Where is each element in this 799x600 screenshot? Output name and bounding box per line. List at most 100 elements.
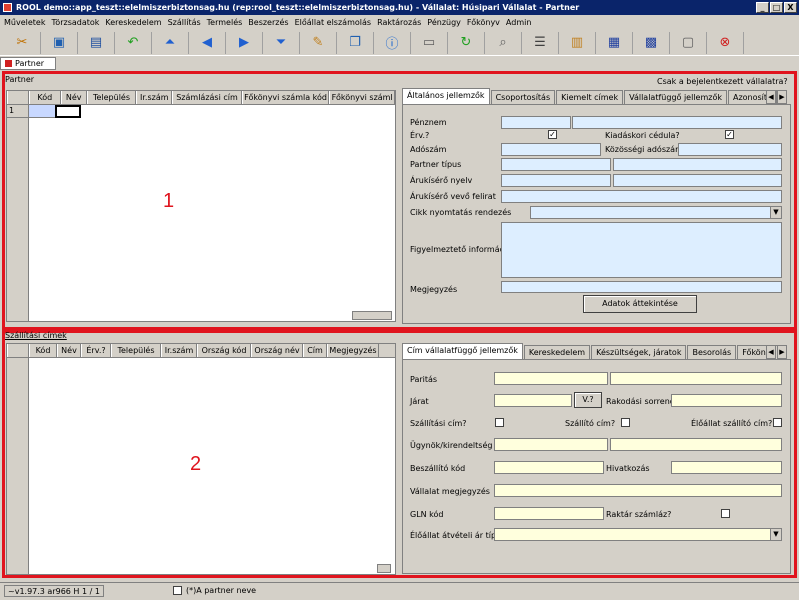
col-cim[interactable]: Cím <box>303 344 327 357</box>
col-szamlazasi-cim[interactable]: Számlázási cím <box>172 91 242 104</box>
tab-altalanos[interactable]: Általános jellemzők <box>402 88 490 104</box>
col-megjegyzes[interactable]: Megjegyzés <box>327 344 379 357</box>
menu-admin[interactable]: Admin <box>506 18 532 27</box>
raktar-szamlaz-checkbox[interactable] <box>721 509 730 518</box>
tab-vallalatfuggo[interactable]: Vállalatfüggő jellemzők <box>624 90 727 104</box>
kozossegi-field[interactable] <box>678 143 782 156</box>
tab-scroll-right[interactable]: ▶ <box>777 345 787 359</box>
arukisero-vevo-field[interactable] <box>501 190 782 203</box>
tab-cim-vallalatfuggo[interactable]: Cím vállalatfüggő jellemzők <box>402 343 523 359</box>
search-icon[interactable]: ⌕ <box>485 31 522 54</box>
gln-field[interactable] <box>494 507 604 520</box>
list-icon[interactable]: ☰ <box>522 31 559 54</box>
grid-icon[interactable]: ▦ <box>596 31 633 54</box>
tab-keszultsegek[interactable]: Készültségek, járatok <box>591 345 687 359</box>
menu-kereskedelem[interactable]: Kereskedelem <box>105 18 161 27</box>
info-icon[interactable]: ⓘ <box>374 31 411 54</box>
eloallat-szallito-checkbox[interactable] <box>773 418 782 427</box>
penznem-name-field[interactable] <box>572 116 782 129</box>
kiadaskori-checkbox[interactable]: ✓ <box>725 130 734 139</box>
col-kod[interactable]: Kód <box>29 344 57 357</box>
vallalat-megj-field[interactable] <box>494 484 782 497</box>
cikk-rendezes-select[interactable]: ▼ <box>530 206 782 219</box>
menu-muveletek[interactable]: Műveletek <box>4 18 45 27</box>
menu-beszerzes[interactable]: Beszerzés <box>248 18 288 27</box>
paritas-field[interactable] <box>494 372 608 385</box>
filter-icon[interactable]: ▥ <box>559 31 596 54</box>
table-icon[interactable]: ▩ <box>633 31 670 54</box>
edit-icon[interactable]: ✎ <box>300 31 337 54</box>
partner-row-kod-cell[interactable] <box>29 105 55 118</box>
col-fokonyvi-szamla[interactable]: Főkönyvi száml <box>329 91 396 104</box>
undo-icon[interactable]: ↶ <box>115 31 152 54</box>
prev-icon[interactable]: ◀ <box>189 31 226 54</box>
hint-checkbox[interactable] <box>172 585 182 595</box>
col-nev[interactable]: Név <box>57 344 81 357</box>
last-icon[interactable]: ⏷ <box>263 31 300 54</box>
partner-row-nev-cell[interactable] <box>55 105 81 118</box>
tab-scroll-left[interactable]: ◀ <box>766 345 776 359</box>
tab-besorolas[interactable]: Besorolás <box>687 345 737 359</box>
tab-kereskedelem[interactable]: Kereskedelem <box>523 345 591 359</box>
chevron-down-icon[interactable]: ▼ <box>770 207 781 218</box>
first-icon[interactable]: ⏶ <box>152 31 189 54</box>
ugynok-name-field[interactable] <box>610 438 782 451</box>
partner-tipus-name-field[interactable] <box>613 158 782 171</box>
col-telepules[interactable]: Település <box>111 344 161 357</box>
menu-eloallat[interactable]: Előállat elszámolás <box>295 18 372 27</box>
col-kod[interactable]: Kód <box>28 91 61 104</box>
penznem-field[interactable] <box>501 116 571 129</box>
megjegyzes-field[interactable] <box>501 281 782 293</box>
shipping-grid-scrollbar[interactable] <box>377 564 391 573</box>
rakodasi-field[interactable] <box>671 394 782 407</box>
col-irszam[interactable]: Ir.szám <box>136 91 173 104</box>
tab-csoportositas[interactable]: Csoportosítás <box>490 90 556 104</box>
hivatkozas-field[interactable] <box>671 461 782 474</box>
tools-icon[interactable]: ✂ <box>4 31 41 54</box>
partner-doc-tab[interactable]: Partner <box>0 57 56 70</box>
menu-penzugy[interactable]: Pénzügy <box>427 18 461 27</box>
adoszam-field[interactable] <box>501 143 601 156</box>
v-button[interactable]: V.? <box>574 392 602 408</box>
erv-checkbox[interactable]: ✓ <box>548 130 557 139</box>
menu-raktarozas[interactable]: Raktározás <box>377 18 421 27</box>
col-nev[interactable]: Név <box>60 91 87 104</box>
col-erv[interactable]: Érv.? <box>81 344 111 357</box>
eloallat-atveteli-select[interactable]: ▼ <box>494 528 782 541</box>
close-button[interactable]: X <box>784 2 797 13</box>
col-orszag-nev[interactable]: Ország név <box>251 344 303 357</box>
beszallito-field[interactable] <box>494 461 604 474</box>
exit-icon[interactable]: ⊗ <box>707 31 744 54</box>
ugynok-field[interactable] <box>494 438 608 451</box>
tab-kiemelt-cimek[interactable]: Kiemelt címek <box>556 90 624 104</box>
col-telepules[interactable]: Település <box>86 91 137 104</box>
minimize-button[interactable]: _ <box>756 2 769 13</box>
menu-szallitas[interactable]: Szállítás <box>168 18 201 27</box>
adatok-attekintese-button[interactable]: Adatok áttekintése <box>583 295 697 313</box>
paritas-name-field[interactable] <box>610 372 782 385</box>
figyelmezteto-field[interactable] <box>501 222 782 278</box>
szallito-cim-checkbox[interactable] <box>621 418 630 427</box>
chevron-down-icon[interactable]: ▼ <box>770 529 781 540</box>
col-fokonyvi-kod[interactable]: Főkönyvi számla kód <box>241 91 330 104</box>
tab-scroll-left[interactable]: ◀ <box>766 90 776 104</box>
arukisero-nyelv-name-field[interactable] <box>613 174 782 187</box>
col-orszag-kod[interactable]: Ország kód <box>197 344 251 357</box>
col-irszam[interactable]: Ir.szám <box>161 344 197 357</box>
window-icon[interactable]: ▭ <box>411 31 448 54</box>
menu-torzsadatok[interactable]: Törzsadatok <box>51 18 99 27</box>
partner-tipus-field[interactable] <box>501 158 611 171</box>
partner-grid[interactable]: Kód Név Település Ir.szám Számlázási cím… <box>6 90 396 322</box>
refresh-icon[interactable]: ↻ <box>448 31 485 54</box>
menu-fokonyv[interactable]: Főkönyv <box>467 18 500 27</box>
arukisero-nyelv-field[interactable] <box>501 174 611 187</box>
copy-icon[interactable]: ❐ <box>337 31 374 54</box>
szallitasi-cim-checkbox[interactable] <box>495 418 504 427</box>
only-current-company-label[interactable]: Csak a bejelentkezett vállalatra? <box>657 77 788 86</box>
menu-termeles[interactable]: Termelés <box>207 18 243 27</box>
partner-grid-scrollbar[interactable] <box>352 311 392 320</box>
save-icon[interactable]: ▤ <box>78 31 115 54</box>
maximize-button[interactable]: □ <box>770 2 783 13</box>
tab-scroll-right[interactable]: ▶ <box>777 90 787 104</box>
next-icon[interactable]: ▶ <box>226 31 263 54</box>
